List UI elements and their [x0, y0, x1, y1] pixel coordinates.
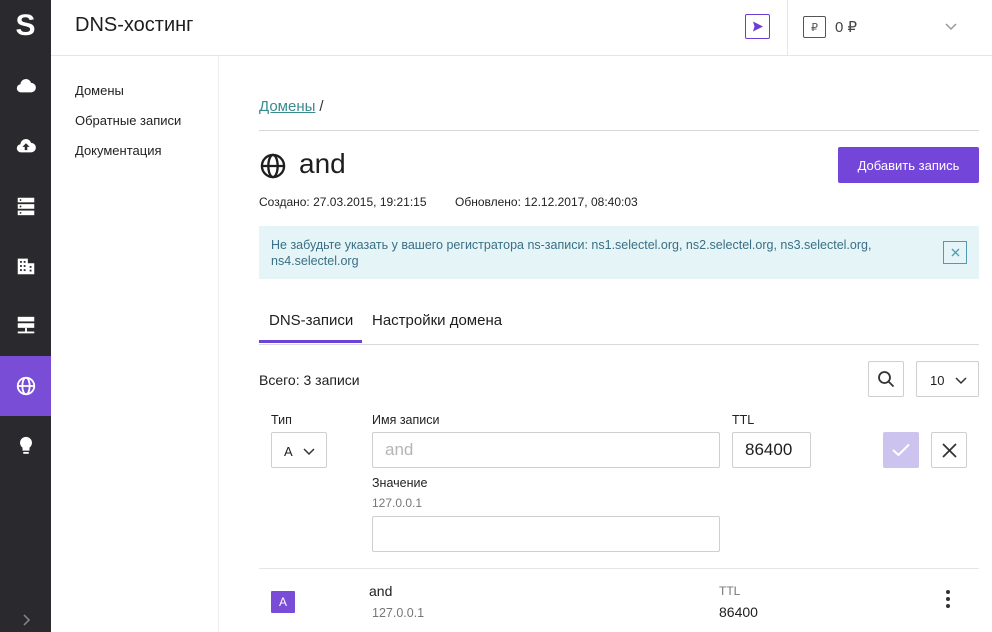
- ruble-icon: ₽: [803, 16, 826, 38]
- page-size-select[interactable]: 10: [916, 361, 979, 397]
- domain-name: and: [299, 148, 346, 179]
- divider: [259, 130, 979, 131]
- search-button[interactable]: [868, 361, 904, 397]
- globe-icon: [260, 153, 286, 179]
- feedback-button[interactable]: [745, 14, 770, 39]
- add-record-button[interactable]: Добавить запись: [838, 147, 979, 183]
- server-network-icon: [17, 316, 34, 334]
- record-value: 127.0.0.1: [372, 606, 425, 620]
- record-value-input[interactable]: [372, 516, 720, 552]
- page-size-value: 10: [930, 373, 945, 388]
- rail-item-ideas[interactable]: [0, 416, 51, 476]
- record-type-badge: A: [271, 591, 295, 613]
- record-type-value: A: [284, 444, 293, 459]
- kebab-dot-icon: [946, 604, 950, 608]
- ttl-label: TTL: [732, 413, 755, 427]
- rail-item-datacenter[interactable]: [0, 236, 51, 296]
- cloud-upload-icon: [16, 139, 36, 153]
- icon-rail: S: [0, 0, 51, 632]
- record-type-select[interactable]: A: [271, 432, 327, 468]
- rail-expand-button[interactable]: [0, 608, 51, 632]
- chevron-right-icon: [22, 614, 30, 626]
- close-icon: [941, 442, 957, 458]
- chevron-down-icon: [955, 377, 967, 385]
- section-nav: Домены Обратные записи Документация: [51, 56, 219, 632]
- ttl-input[interactable]: [732, 432, 811, 468]
- building-icon: [17, 258, 34, 275]
- row-divider: [259, 568, 979, 569]
- subnav-item-documentation[interactable]: Документация: [75, 143, 162, 158]
- rail-item-servers[interactable]: [0, 176, 51, 236]
- updated-date: Обновлено: 12.12.2017, 08:40:03: [455, 195, 638, 209]
- record-name: and: [369, 583, 393, 599]
- rail-item-cloud-upload[interactable]: [0, 116, 51, 176]
- breadcrumb-domains-link[interactable]: Домены: [259, 98, 315, 115]
- chevron-down-icon[interactable]: [943, 18, 959, 34]
- chevron-down-icon: [303, 448, 315, 456]
- tabs-baseline: [259, 344, 979, 345]
- kebab-dot-icon: [946, 590, 950, 594]
- active-tab-indicator: [259, 340, 362, 343]
- tab-dns-records[interactable]: DNS-записи: [269, 312, 353, 329]
- record-name-label: Имя записи: [372, 413, 440, 427]
- rail-item-cloud[interactable]: [0, 56, 51, 116]
- close-icon: [951, 248, 959, 257]
- lightbulb-icon: [19, 436, 32, 454]
- record-name-input[interactable]: [372, 432, 720, 468]
- records-total: Всего: 3 записи: [259, 372, 360, 388]
- selectel-logo[interactable]: S: [0, 0, 51, 52]
- record-menu-button[interactable]: [941, 588, 955, 610]
- top-header: DNS-хостинг ₽ 0 ₽: [51, 0, 992, 56]
- server-stack-icon: [17, 197, 34, 216]
- kebab-dot-icon: [946, 597, 950, 601]
- notice-close-button[interactable]: [943, 241, 967, 264]
- value-label: Значение: [372, 476, 428, 490]
- type-label: Тип: [271, 413, 292, 427]
- breadcrumb: Домены /: [259, 98, 324, 115]
- confirm-record-button[interactable]: [883, 432, 919, 468]
- subnav-item-reverse-records[interactable]: Обратные записи: [75, 113, 181, 128]
- cloud-icon: [16, 79, 36, 93]
- notice-text: Не забудьте указать у вашего регистратор…: [271, 238, 872, 268]
- header-divider: [787, 0, 788, 55]
- tab-domain-settings[interactable]: Настройки домена: [372, 312, 502, 329]
- cancel-record-button[interactable]: [931, 432, 967, 468]
- record-ttl-label: TTL: [719, 584, 741, 598]
- breadcrumb-separator: /: [319, 98, 324, 115]
- rail-item-dedicated[interactable]: [0, 296, 51, 356]
- created-date: Создано: 27.03.2015, 19:21:15: [259, 195, 427, 209]
- search-icon: [878, 371, 895, 388]
- page-title: DNS-хостинг: [75, 14, 194, 36]
- main-content: Домены / and Добавить запись Создано: 27.…: [219, 56, 992, 632]
- globe-icon: [16, 376, 35, 396]
- record-ttl: 86400: [719, 604, 758, 620]
- ns-notice: Не забудьте указать у вашего регистратор…: [259, 226, 979, 279]
- account-balance[interactable]: 0 ₽: [835, 18, 857, 36]
- checkmark-icon: [892, 443, 910, 457]
- send-icon: [752, 21, 763, 32]
- subnav-item-domains[interactable]: Домены: [75, 83, 124, 98]
- value-hint: 127.0.0.1: [372, 496, 423, 510]
- rail-item-dns[interactable]: [0, 356, 51, 416]
